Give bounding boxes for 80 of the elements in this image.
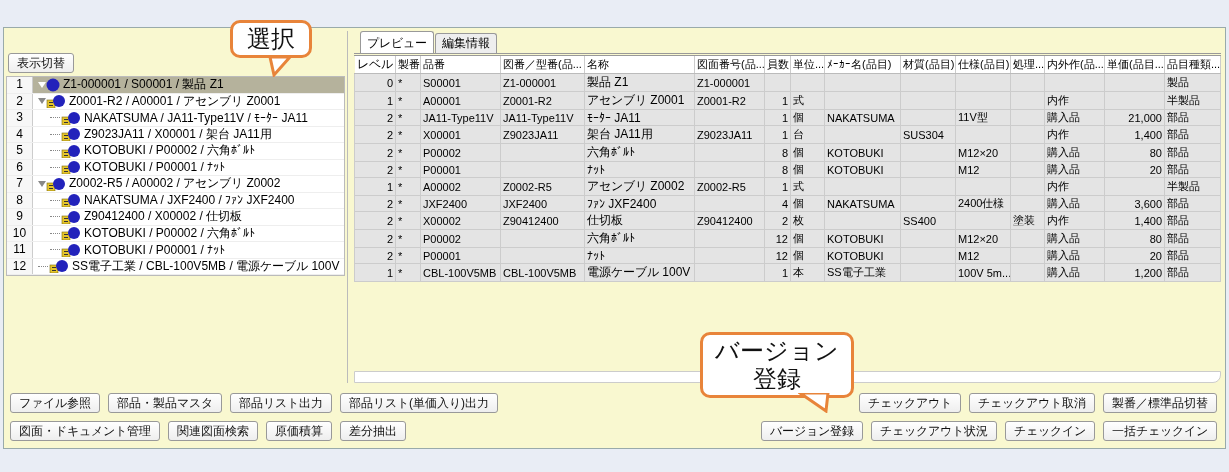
action-button[interactable]: 部品・製品マスタ	[108, 393, 222, 413]
row-number: 7	[7, 176, 33, 192]
node-icon	[61, 242, 81, 257]
node-label: NAKATSUMA / JA11-Type11V / ﾓｰﾀｰ JA11	[84, 110, 308, 125]
node-label: Z1-000001 / S00001 / 製品 Z1	[63, 76, 224, 94]
node-label: KOTOBUKI / P00002 / 六角ﾎﾞﾙﾄ	[84, 224, 256, 242]
column-header[interactable]: 処理...	[1010, 56, 1045, 74]
node-label: Z0002-R5 / A00002 / アセンブリ Z0002	[69, 175, 281, 193]
node-label: Z90412400 / X00002 / 仕切板	[84, 208, 243, 226]
tree-node[interactable]: Z0001-R2 / A00001 / アセンブリ Z0001	[33, 93, 345, 109]
action-button[interactable]: 関連図面検索	[168, 421, 258, 441]
action-button[interactable]: 図面・ドキュメント管理	[10, 421, 160, 441]
expand-arrow-icon[interactable]	[38, 97, 46, 106]
node-label: KOTOBUKI / P00002 / 六角ﾎﾞﾙﾄ	[84, 142, 256, 160]
callout-tooltip: バージョン 登録	[700, 332, 854, 398]
tree-node[interactable]: KOTOBUKI / P00002 / 六角ﾎﾞﾙﾄ	[33, 143, 345, 159]
tree-node[interactable]: Z90412400 / X00002 / 仕切板	[33, 209, 345, 225]
tree-node[interactable]: NAKATSUMA / JA11-Type11V / ﾓｰﾀｰ JA11	[33, 110, 345, 126]
column-header[interactable]: 製番	[395, 56, 421, 74]
node-icon	[61, 143, 81, 158]
tree-node[interactable]: SS電子工業 / CBL-100V5MB / 電源ケーブル 100V	[33, 258, 345, 274]
node-label: NAKATSUMA / JXF2400 / ﾌｧﾝ JXF2400	[84, 193, 295, 208]
node-icon	[61, 110, 81, 125]
column-header[interactable]: ﾒｰｶｰ名(品目)	[824, 56, 901, 74]
column-header[interactable]: 図面番号(品...	[694, 56, 765, 74]
tree-node[interactable]: NAKATSUMA / JXF2400 / ﾌｧﾝ JXF2400	[33, 192, 345, 208]
tree-node[interactable]: KOTOBUKI / P00002 / 六角ﾎﾞﾙﾄ	[33, 225, 345, 241]
tree-node[interactable]: KOTOBUKI / P00001 / ﾅｯﾄ	[33, 159, 345, 175]
tree-node[interactable]: KOTOBUKI / P00001 / ﾅｯﾄ	[33, 242, 345, 258]
toggle-view-button[interactable]: 表示切替	[8, 53, 74, 73]
action-button[interactable]: 製番／標準品切替	[1103, 393, 1217, 413]
column-header[interactable]: 品目種類...	[1164, 56, 1221, 74]
row-number: 3	[7, 110, 33, 126]
column-header[interactable]: レベル	[354, 56, 396, 74]
column-header[interactable]: 単位...	[790, 56, 825, 74]
action-button[interactable]: 差分抽出	[340, 421, 406, 441]
tree-node[interactable]: Z9023JA11 / X00001 / 架台 JA11用	[33, 126, 345, 142]
column-header[interactable]: 図番／型番(品...	[500, 56, 585, 74]
callout-tail	[798, 393, 832, 413]
node-label: Z0001-R2 / A00001 / アセンブリ Z0001	[69, 92, 281, 110]
action-button[interactable]: バージョン登録	[761, 421, 863, 441]
action-button[interactable]: チェックアウト	[859, 393, 961, 413]
node-icon	[46, 77, 60, 92]
column-header[interactable]: 材質(品目)	[900, 56, 956, 74]
action-button[interactable]: 一括チェックイン	[1103, 421, 1217, 441]
node-icon	[61, 160, 81, 175]
action-button[interactable]: チェックイン	[1005, 421, 1095, 441]
node-icon	[46, 176, 66, 191]
expand-arrow-icon[interactable]	[38, 179, 46, 188]
node-icon	[61, 127, 81, 142]
row-number: 11	[7, 242, 33, 258]
node-icon	[61, 226, 81, 241]
action-button[interactable]: 原価積算	[266, 421, 332, 441]
row-number: 5	[7, 143, 33, 159]
column-header[interactable]: 単価(品目...	[1104, 56, 1165, 74]
node-icon	[49, 259, 69, 274]
tab[interactable]: プレビュー	[360, 31, 434, 53]
column-header[interactable]: 名称	[584, 56, 695, 74]
node-label: KOTOBUKI / P00001 / ﾅｯﾄ	[84, 242, 226, 257]
column-header[interactable]: 内外作(品...	[1044, 56, 1105, 74]
column-header[interactable]: 品番	[420, 56, 501, 74]
row-number: 9	[7, 209, 33, 225]
action-button[interactable]: チェックアウト取消	[969, 393, 1095, 413]
action-button[interactable]: ファイル参照	[10, 393, 100, 413]
tab[interactable]: 編集情報	[435, 33, 497, 53]
node-icon	[61, 193, 81, 208]
node-icon	[46, 94, 66, 109]
tree-node[interactable]: Z1-000001 / S00001 / 製品 Z1	[33, 77, 345, 93]
action-button[interactable]: 部品リスト(単価入り)出力	[340, 393, 498, 413]
node-label: KOTOBUKI / P00001 / ﾅｯﾄ	[84, 160, 226, 175]
node-icon	[61, 209, 81, 224]
action-button[interactable]: チェックアウト状況	[871, 421, 997, 441]
row-number: 1	[7, 77, 33, 93]
column-header[interactable]: 員数	[764, 56, 791, 74]
action-button[interactable]: 部品リスト出力	[230, 393, 332, 413]
tree-node[interactable]: Z0002-R5 / A00002 / アセンブリ Z0002	[33, 176, 345, 192]
column-header[interactable]: 仕様(品目)	[955, 56, 1011, 74]
expand-arrow-icon[interactable]	[38, 80, 46, 89]
node-label: Z9023JA11 / X00001 / 架台 JA11用	[84, 125, 272, 143]
node-label: SS電子工業 / CBL-100V5MB / 電源ケーブル 100V	[72, 257, 340, 275]
